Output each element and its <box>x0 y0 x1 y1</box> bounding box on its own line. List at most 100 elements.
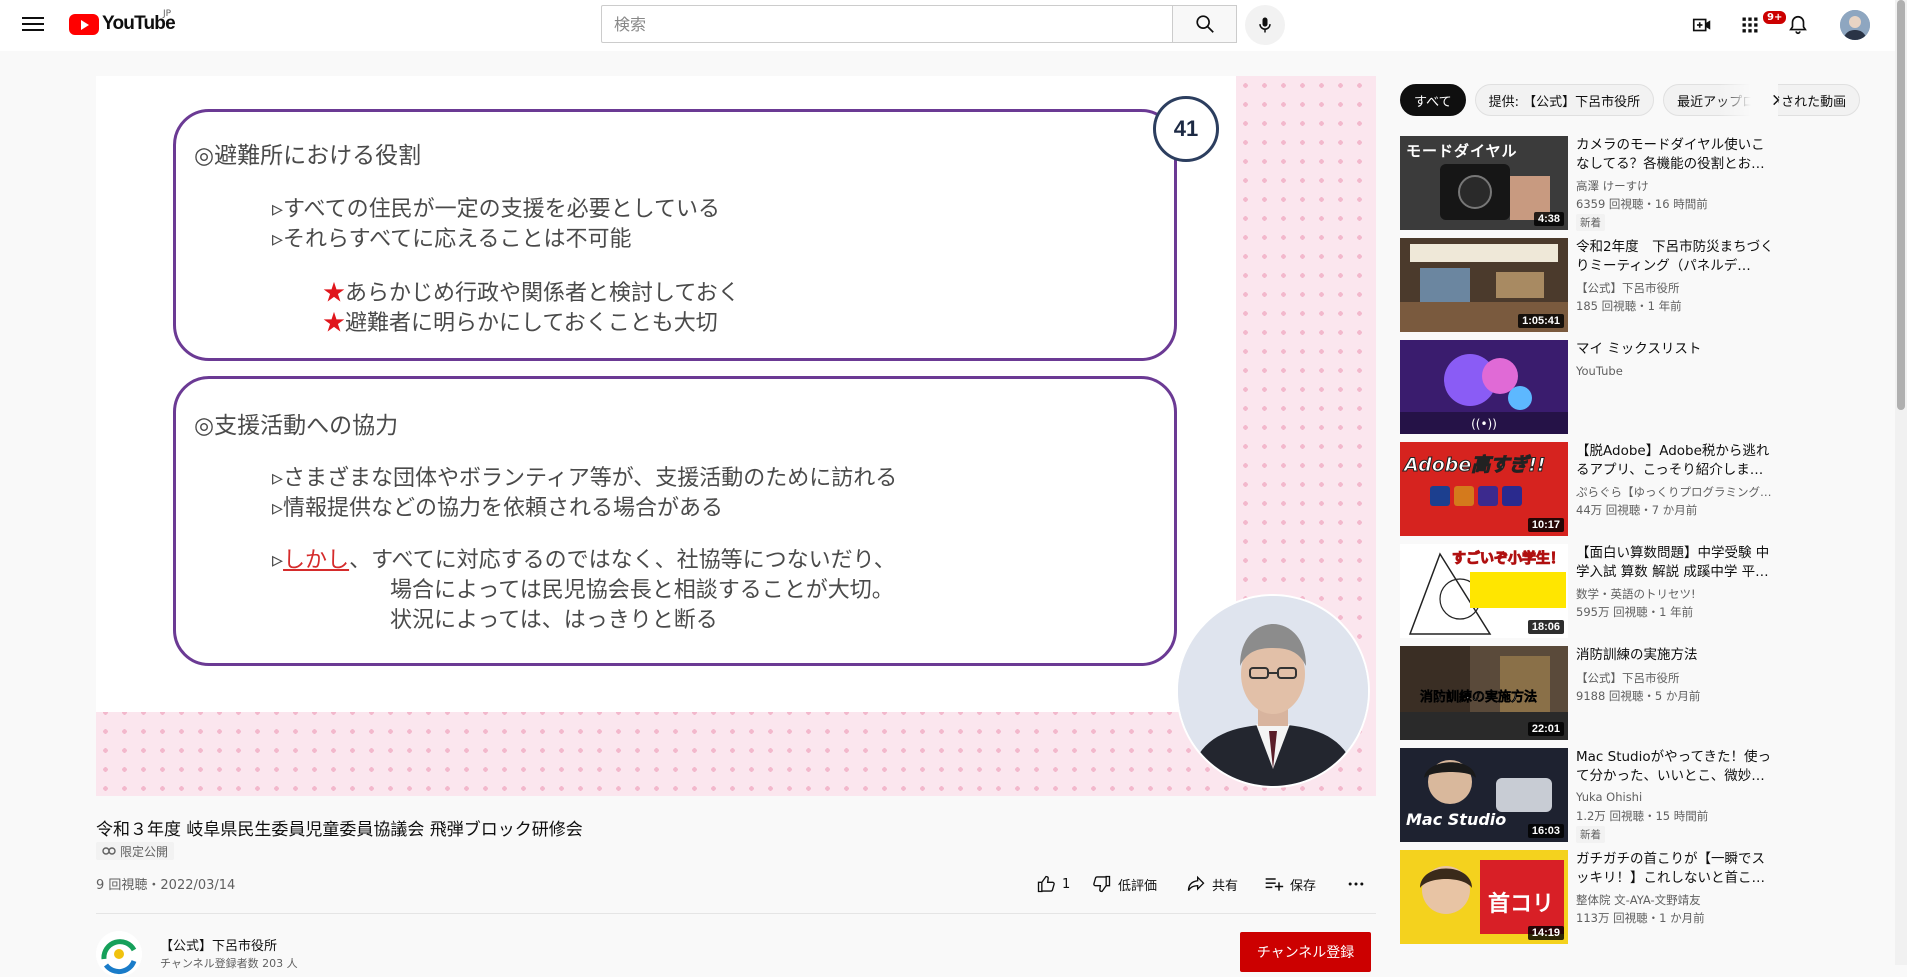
playlist-add-icon <box>1265 878 1284 891</box>
rec-title[interactable]: ガチガチの首こりが【一瞬でスッキリ！】これしないと首こ… <box>1576 850 1776 888</box>
create-video-button[interactable] <box>1689 12 1715 38</box>
video-thumbnail[interactable]: ((•)) <box>1400 340 1568 434</box>
recommendation-item[interactable]: Adobe高すぎ!! 10:17 【脱Adobe】Adobe税から逃れるアプリ、… <box>1400 442 1780 536</box>
share-label: 共有 <box>1212 878 1239 894</box>
unlisted-label: 限定公開 <box>120 844 169 859</box>
video-thumbnail[interactable]: 1:05:41 <box>1400 238 1568 332</box>
chip-all[interactable]: すべて <box>1400 84 1466 116</box>
duration-badge: 14:19 <box>1527 926 1564 940</box>
apps-grid-icon <box>1742 17 1758 33</box>
rec-title[interactable]: マイ ミックスリスト <box>1576 340 1776 359</box>
video-thumbnail[interactable]: モードダイヤル 4:38 <box>1400 136 1568 230</box>
chevron-right-icon <box>1773 94 1780 106</box>
unlisted-badge: 限定公開 <box>96 842 175 860</box>
rec-channel[interactable]: 【公式】下呂市役所 <box>1576 670 1776 686</box>
rec-title[interactable]: 令和2年度 下呂市防災まちづくりミーティング（パネルデ… <box>1576 238 1776 276</box>
slide-however-line: ▹しかし、すべてに対応するのではなく、社協等につないだり、 <box>272 548 896 573</box>
thumbnail-text: Adobe高すぎ!! <box>1404 454 1547 477</box>
slide-number: 41 <box>1153 96 1219 162</box>
recommendation-item[interactable]: Mac Studio 16:03 Mac Studioがやってきた！使って分かっ… <box>1400 748 1780 843</box>
microphone-icon <box>1259 17 1271 33</box>
rec-meta: 113万 回視聴・1 か月前 <box>1576 911 1705 925</box>
more-horizontal-icon <box>1348 882 1364 886</box>
presenter-video-overlay <box>1176 594 1370 788</box>
rec-meta: 1.2万 回視聴・15 時間前 <box>1576 809 1709 823</box>
thumbs-down-icon <box>1093 875 1111 893</box>
recommendation-item[interactable]: ((•)) マイ ミックスリスト YouTube <box>1400 340 1780 434</box>
video-title: 令和３年度 岐阜県民生委員児童委員協議会 飛弾ブロック研修会 <box>96 820 583 840</box>
video-thumbnail[interactable]: 首コリ 14:19 <box>1400 850 1568 944</box>
dislike-label: 低評価 <box>1118 878 1158 894</box>
masthead: YouTube JP 9+ <box>0 0 1907 51</box>
like-count: 1 <box>1062 876 1071 892</box>
mix-radio-icon: ((•)) <box>1471 417 1497 431</box>
slide-star-line: ★避難者に明らかにしておくことも大切 <box>323 311 718 336</box>
slide-line: ▹すべての住民が一定の支援を必要としている <box>272 197 720 222</box>
rec-channel[interactable]: 【公式】下呂市役所 <box>1576 280 1776 296</box>
subscriber-count: チャンネル登録者数 203 人 <box>160 957 298 970</box>
video-add-icon <box>1692 18 1711 32</box>
recommendation-item[interactable]: 1:05:41 令和2年度 下呂市防災まちづくりミーティング（パネルデ… 【公式… <box>1400 238 1780 332</box>
page-scrollbar[interactable] <box>1895 0 1907 965</box>
rec-channel[interactable]: YouTube <box>1576 364 1776 378</box>
share-button[interactable]: 共有 <box>1186 874 1238 894</box>
save-to-playlist-button[interactable]: 保存 <box>1264 874 1316 894</box>
thumbnail-text: すごいぞ小学生！ <box>1452 551 1565 568</box>
rec-title[interactable]: Mac Studioがやってきた！使って分かった、いいとこ、微妙… <box>1576 748 1776 786</box>
video-thumbnail[interactable]: Adobe高すぎ!! 10:17 <box>1400 442 1568 536</box>
rec-meta: 595万 回視聴・1 年前 <box>1576 605 1694 619</box>
rec-title[interactable]: 【脱Adobe】Adobe税から逃れるアプリ、こっそり紹介しま… <box>1576 442 1776 480</box>
guide-menu-icon[interactable] <box>22 14 44 34</box>
account-avatar[interactable] <box>1840 10 1870 40</box>
rec-meta: 44万 回視聴・7 か月前 <box>1576 503 1698 517</box>
recommendation-item[interactable]: すごいぞ小学生！ 18:06 【面白い算数問題】中学受験 中学入試 算数 解説 … <box>1400 544 1780 638</box>
notifications-button[interactable] <box>1785 12 1811 38</box>
rec-channel[interactable]: 高澤 けーすけ <box>1576 178 1776 194</box>
youtube-logo[interactable]: YouTube <box>69 13 176 35</box>
view-count-date: 9 回視聴・2022/03/14 <box>96 878 236 893</box>
divider <box>96 913 1376 914</box>
video-thumbnail[interactable]: 消防訓練の実施方法 22:01 <box>1400 646 1568 740</box>
presenter-portrait <box>1178 596 1368 786</box>
rec-title[interactable]: 【面白い算数問題】中学受験 中学入試 算数 解説 成蹊中学 平… <box>1576 544 1776 582</box>
bell-icon <box>1789 15 1807 35</box>
thumbnail-text: 首コリ <box>1488 892 1555 917</box>
recommendation-item[interactable]: モードダイヤル 4:38 カメラのモードダイヤル使いこなしてる？各機能の役割とお… <box>1400 136 1780 231</box>
slide-line: ▹情報提供などの協力を依頼される場合がある <box>272 496 724 521</box>
rec-title[interactable]: カメラのモードダイヤル使いこなしてる？各機能の役割とお… <box>1576 136 1776 174</box>
duration-badge: 22:01 <box>1527 722 1564 736</box>
share-arrow-icon <box>1187 875 1205 891</box>
rec-channel[interactable]: 整体院 文-AYA-文野靖友 <box>1576 892 1776 908</box>
like-button[interactable]: 1 <box>1036 874 1070 894</box>
recommendation-item[interactable]: 消防訓練の実施方法 22:01 消防訓練の実施方法 【公式】下呂市役所 9188… <box>1400 646 1780 740</box>
chip-from-channel[interactable]: 提供: 【公式】下呂市役所 <box>1474 84 1655 116</box>
duration-badge: 10:17 <box>1527 518 1564 532</box>
video-player[interactable]: 41 ◎避難所における役割 ▹すべての住民が一定の支援を必要としている ▹それら… <box>96 76 1376 796</box>
rec-channel[interactable]: 数学・英語のトリセツ! <box>1576 586 1776 602</box>
video-thumbnail[interactable]: すごいぞ小学生！ 18:06 <box>1400 544 1568 638</box>
rec-meta: 185 回視聴・1 年前 <box>1576 299 1682 313</box>
channel-avatar[interactable] <box>96 931 142 977</box>
more-actions-button[interactable] <box>1346 874 1366 894</box>
channel-name[interactable]: 【公式】下呂市役所 <box>160 935 277 954</box>
rec-title[interactable]: 消防訓練の実施方法 <box>1576 646 1776 665</box>
chip-scroll-next-button[interactable] <box>1764 88 1788 112</box>
apps-button[interactable] <box>1737 12 1763 38</box>
dislike-button[interactable]: 低評価 <box>1092 874 1157 894</box>
duration-badge: 4:38 <box>1533 212 1564 226</box>
duration-badge: 16:03 <box>1527 824 1564 838</box>
slide-line: ▹それらすべてに応えることは不可能 <box>272 227 632 252</box>
search-button[interactable] <box>1173 5 1237 43</box>
duration-badge: 18:06 <box>1527 620 1564 634</box>
rec-meta: 9188 回視聴・5 か月前 <box>1576 689 1701 703</box>
search-icon <box>1195 15 1214 33</box>
thumbnail-text: 消防訓練の実施方法 <box>1420 690 1538 706</box>
rec-channel[interactable]: ぷらぐら【ゆっくりプログラミング… <box>1576 484 1776 500</box>
rec-channel[interactable]: Yuka Ohishi <box>1576 790 1776 804</box>
recommendation-item[interactable]: 首コリ 14:19 ガチガチの首こりが【一瞬でスッキリ！】これしないと首こ… 整… <box>1400 850 1780 944</box>
video-thumbnail[interactable]: Mac Studio 16:03 <box>1400 748 1568 842</box>
subscribe-button[interactable]: チャンネル登録 <box>1240 932 1371 972</box>
search-input[interactable] <box>601 5 1173 43</box>
voice-search-button[interactable] <box>1245 5 1285 45</box>
scrollbar-thumb[interactable] <box>1897 0 1905 410</box>
